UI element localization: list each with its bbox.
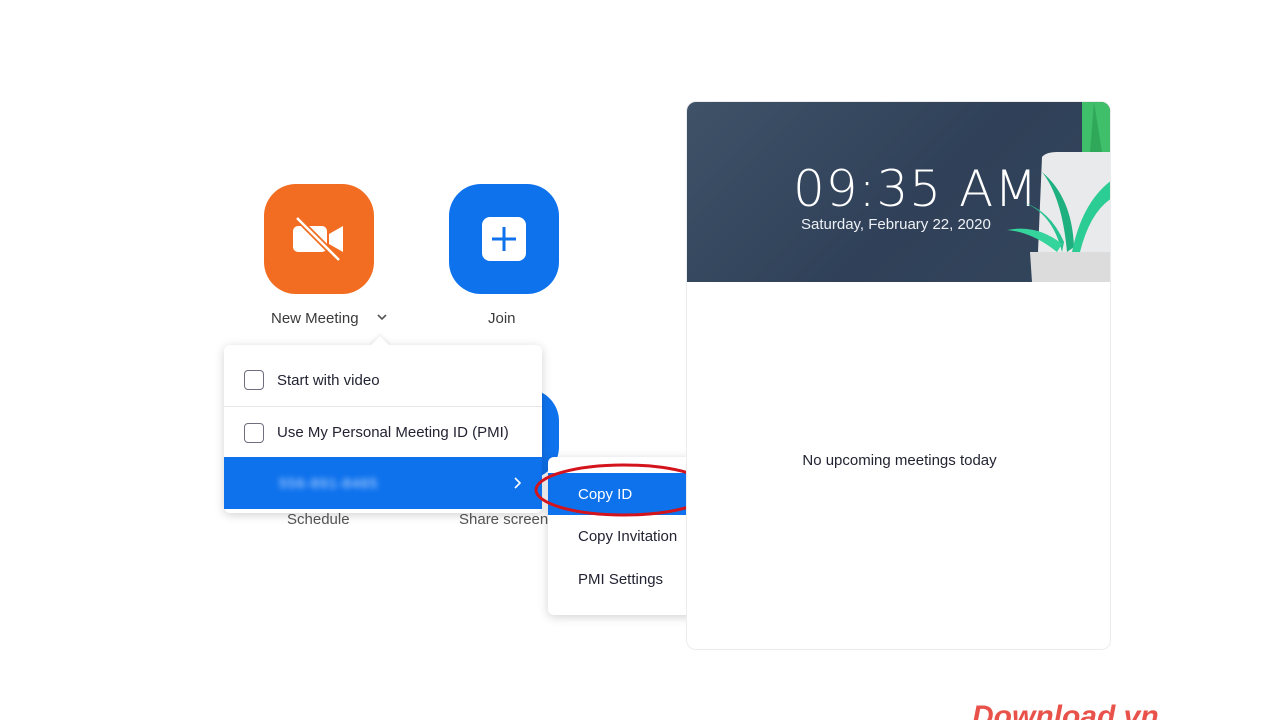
plant-illustration-icon bbox=[1007, 102, 1110, 282]
watermark-logo: Download.vn bbox=[972, 700, 1159, 720]
copy-id-item[interactable]: Copy ID bbox=[548, 473, 709, 515]
start-with-video-label: Start with video bbox=[277, 371, 380, 389]
clock-banner: 09:35 AM Saturday, February 22, 2020 bbox=[687, 102, 1110, 282]
start-with-video-checkbox[interactable] bbox=[244, 370, 264, 390]
pmi-settings-item[interactable]: PMI Settings bbox=[548, 558, 709, 600]
share-screen-label: Share screen bbox=[459, 511, 549, 528]
pmi-submenu: Copy ID Copy Invitation PMI Settings bbox=[548, 457, 709, 615]
schedule-label: Schedule bbox=[287, 511, 350, 528]
new-meeting-button[interactable] bbox=[264, 184, 374, 294]
chevron-down-icon[interactable] bbox=[376, 311, 388, 323]
chevron-right-icon bbox=[514, 477, 522, 489]
start-with-video-option[interactable]: Start with video bbox=[224, 354, 542, 406]
join-label: Join bbox=[488, 310, 516, 327]
use-pmi-label: Use My Personal Meeting ID (PMI) bbox=[277, 424, 509, 441]
video-off-icon bbox=[293, 215, 343, 263]
no-meetings-text: No upcoming meetings today bbox=[802, 452, 997, 469]
use-pmi-checkbox[interactable] bbox=[244, 422, 264, 443]
upcoming-meetings-card: 09:35 AM Saturday, February 22, 2020 No … bbox=[686, 101, 1111, 650]
use-pmi-option[interactable]: Use My Personal Meeting ID (PMI) bbox=[224, 406, 542, 458]
join-button[interactable] bbox=[449, 184, 559, 294]
clock-date: Saturday, February 22, 2020 bbox=[801, 216, 991, 233]
new-meeting-dropdown: Start with video Use My Personal Meeting… bbox=[224, 345, 542, 513]
pmi-menu-item[interactable]: 556-891-8465 bbox=[224, 457, 542, 509]
pmi-number: 556-891-8465 bbox=[279, 475, 379, 491]
plus-icon bbox=[482, 217, 526, 261]
copy-invitation-item[interactable]: Copy Invitation bbox=[548, 515, 709, 557]
new-meeting-label: New Meeting bbox=[271, 310, 359, 327]
